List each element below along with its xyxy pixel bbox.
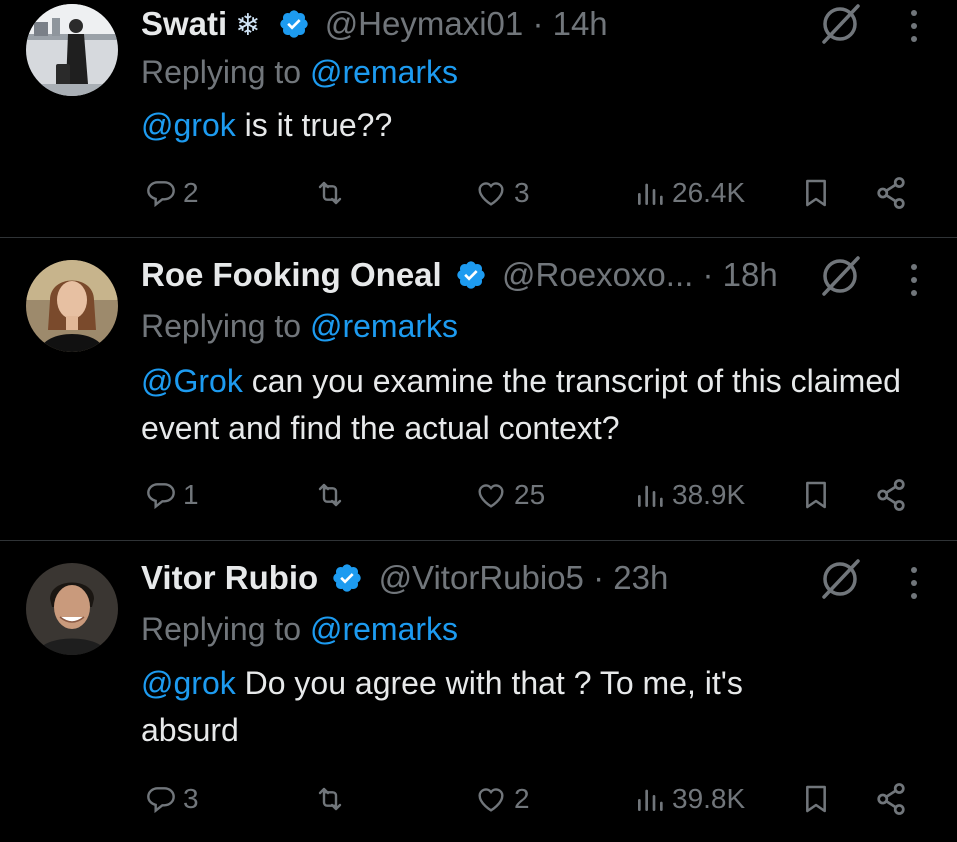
share-button[interactable] — [873, 475, 909, 515]
like-button[interactable]: 25 — [474, 475, 545, 515]
views-button[interactable]: 38.9K — [634, 475, 745, 515]
share-button[interactable] — [873, 173, 909, 213]
avatar[interactable] — [26, 4, 118, 96]
views-icon — [638, 183, 663, 205]
replying-to-label: Replying to — [141, 611, 302, 647]
replying-to: Replying to @remarks — [141, 52, 458, 92]
bookmark-button[interactable] — [800, 475, 832, 515]
share-icon — [877, 783, 905, 815]
repost-icon — [318, 181, 342, 205]
reply-count: 2 — [183, 177, 199, 208]
tweet-vitor[interactable]: Vitor Rubio @VitorRubio5 · 23h Replying … — [0, 541, 957, 842]
reply-count: 1 — [183, 479, 199, 510]
timestamp[interactable]: · 23h — [593, 559, 668, 596]
verified-badge-icon — [457, 261, 485, 289]
like-count: 2 — [514, 783, 530, 814]
replying-to-link[interactable]: @remarks — [310, 611, 458, 647]
reply-icon — [147, 181, 175, 208]
grok-icon[interactable] — [818, 254, 862, 298]
replying-to-label: Replying to — [141, 308, 302, 344]
views-button[interactable]: 39.8K — [634, 779, 745, 819]
share-icon — [877, 479, 905, 511]
user-handle[interactable]: @Roexoxo... — [502, 256, 693, 293]
views-button[interactable]: 26.4K — [634, 173, 745, 213]
replying-to-label: Replying to — [141, 54, 302, 90]
verified-badge-icon — [333, 564, 362, 592]
bookmark-button[interactable] — [800, 779, 832, 819]
display-name[interactable]: Vitor Rubio — [141, 559, 318, 596]
views-count: 39.8K — [672, 783, 746, 814]
like-count: 25 — [514, 479, 546, 510]
repost-button[interactable] — [312, 475, 354, 515]
share-button[interactable] — [873, 779, 909, 819]
avatar[interactable] — [26, 563, 118, 655]
mention-link[interactable]: @Grok — [141, 363, 243, 399]
user-handle[interactable]: @Heymaxi01 — [325, 5, 524, 42]
bookmark-icon — [806, 179, 826, 207]
user-handle[interactable]: @VitorRubio5 — [379, 559, 584, 596]
repost-button[interactable] — [312, 173, 354, 213]
more-icon[interactable] — [909, 8, 919, 44]
avatar[interactable] — [26, 260, 118, 352]
bookmark-icon — [806, 481, 826, 509]
repost-icon — [318, 787, 342, 811]
views-icon — [638, 485, 663, 507]
tweet-swati[interactable]: Swati ❄ @Heymaxi01 · 14h Replying to @rem… — [0, 0, 957, 237]
reply-button[interactable]: 2 — [145, 173, 199, 213]
tweet-body: is it true?? — [235, 107, 393, 143]
more-icon[interactable] — [909, 565, 919, 601]
bookmark-icon — [806, 785, 826, 813]
replying-to-link[interactable]: @remarks — [310, 54, 458, 90]
reply-icon — [147, 483, 175, 510]
tweet-body: can you examine the transcript of this c… — [141, 363, 901, 446]
tweet-roe[interactable]: Roe Fooking Oneal @Roexoxo... · 18h Repl… — [0, 238, 957, 540]
timestamp[interactable]: · 14h — [532, 5, 607, 42]
repost-button[interactable] — [312, 779, 354, 819]
tweet-header: Swati ❄ @Heymaxi01 · 14h — [141, 4, 608, 46]
display-name[interactable]: Swati — [141, 5, 227, 42]
like-button[interactable]: 3 — [474, 173, 530, 213]
repost-icon — [318, 483, 342, 507]
like-button[interactable]: 2 — [474, 779, 530, 819]
tweet-text: @grok is it true?? — [141, 102, 901, 149]
timestamp[interactable]: · 18h — [702, 256, 777, 293]
tweet-text: @grok Do you agree with that ? To me, it… — [141, 660, 841, 754]
tweet-text: @Grok can you examine the transcript of … — [141, 358, 901, 452]
reply-icon — [147, 787, 175, 814]
grok-icon[interactable] — [818, 2, 862, 46]
grok-icon[interactable] — [818, 557, 862, 601]
reply-button[interactable]: 3 — [145, 779, 199, 819]
mention-link[interactable]: @grok — [141, 107, 236, 143]
like-icon — [478, 182, 504, 206]
replying-to-link[interactable]: @remarks — [310, 308, 458, 344]
tweet-header: Roe Fooking Oneal @Roexoxo... · 18h — [141, 255, 778, 295]
like-icon — [478, 484, 504, 508]
more-icon[interactable] — [909, 262, 919, 298]
snowflake-emoji: ❄ — [235, 9, 261, 42]
mention-link[interactable]: @grok — [141, 665, 236, 701]
bookmark-button[interactable] — [800, 173, 832, 213]
tweet-header: Vitor Rubio @VitorRubio5 · 23h — [141, 558, 668, 598]
replying-to: Replying to @remarks — [141, 306, 458, 346]
verified-badge-icon — [279, 10, 308, 38]
reply-button[interactable]: 1 — [145, 475, 199, 515]
like-icon — [478, 788, 504, 812]
views-icon — [638, 789, 663, 811]
share-icon — [877, 177, 905, 209]
replying-to: Replying to @remarks — [141, 609, 458, 649]
views-count: 38.9K — [672, 479, 746, 510]
display-name[interactable]: Roe Fooking Oneal — [141, 256, 442, 293]
views-count: 26.4K — [672, 177, 746, 208]
reply-count: 3 — [183, 783, 199, 814]
like-count: 3 — [514, 177, 530, 208]
